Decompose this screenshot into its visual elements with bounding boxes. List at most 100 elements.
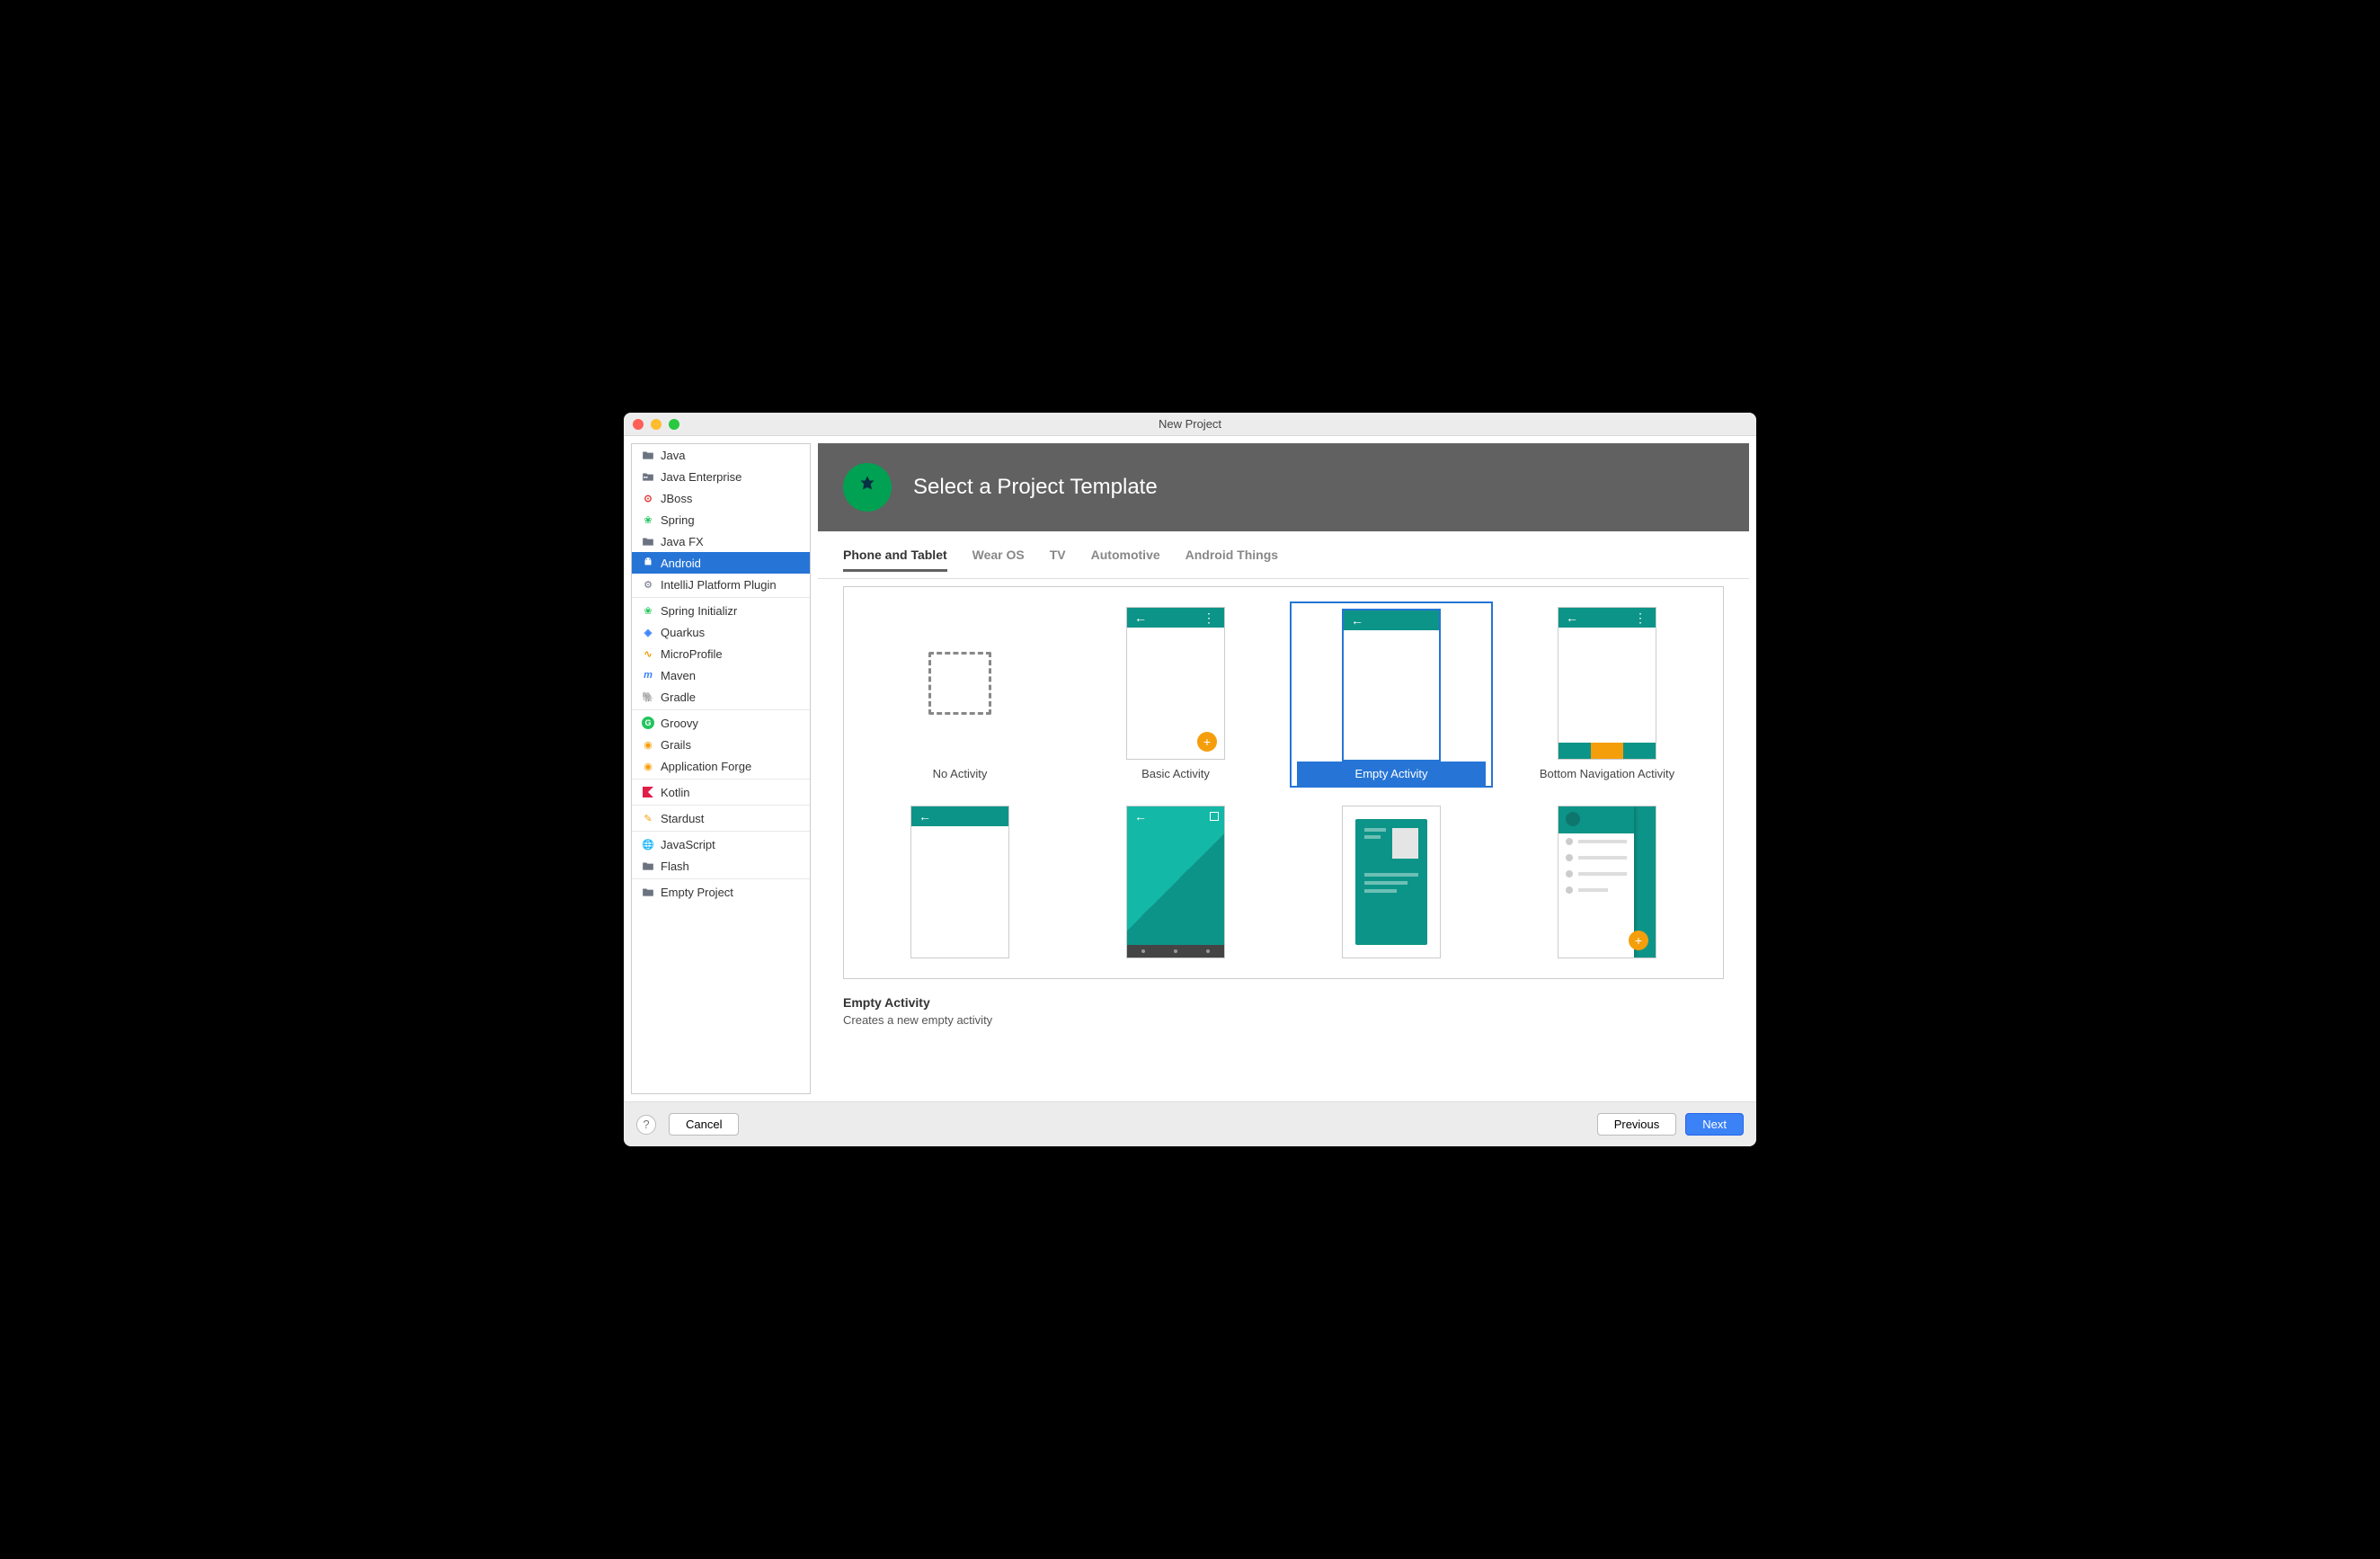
zoom-icon[interactable] [669,419,679,430]
maven-icon: m [641,668,655,682]
template-bottom-navigation-activity[interactable]: ←⋮Bottom Navigation Activity [1504,600,1710,789]
sidebar-divider [632,878,810,879]
sidebar-item-label: IntelliJ Platform Plugin [661,578,777,592]
description-text: Creates a new empty activity [843,1013,1724,1027]
template-grid: No Activity←⋮+Basic Activity←Empty Activ… [857,600,1710,966]
template-header: Select a Project Template [818,443,1749,531]
sidebar-item-label: Kotlin [661,786,690,799]
nav-bar-icon [1127,945,1224,958]
close-icon[interactable] [633,419,644,430]
sidebar-item-label: MicroProfile [661,647,723,661]
flash-icon [641,859,655,873]
nav-drawer-icon [1559,806,1634,958]
sidebar-item-label: Spring Initializr [661,604,737,618]
template-grid-container: No Activity←⋮+Basic Activity←Empty Activ… [843,586,1724,979]
template-label: No Activity [933,767,988,780]
template-description: Empty Activity Creates a new empty activ… [818,990,1749,1030]
traffic-lights [633,419,679,430]
sidebar-item-jboss[interactable]: ⊙ JBoss [632,487,810,509]
sidebar-item-gradle[interactable]: 🐘Gradle [632,686,810,708]
back-arrow-icon: ← [1566,610,1578,625]
more-icon: ⋮ [1634,610,1648,626]
android-icon [641,556,655,570]
sidebar-item-microprofile[interactable]: ∿ MicroProfile [632,643,810,664]
main-panel: Select a Project Template Phone and Tabl… [818,443,1749,1094]
tab-wear-os[interactable]: Wear OS [972,548,1025,571]
dialog-body: Java Java Enterprise ⊙ JBoss ❀ Spring Java FX A… [624,436,1756,1101]
previous-button[interactable]: Previous [1597,1113,1677,1136]
folder-icon [641,448,655,462]
leaf-init-icon: ❀ [641,603,655,618]
leaf-icon: ❀ [641,512,655,527]
folder-icon [641,885,655,899]
js-icon: 🌐 [641,837,655,851]
microprofile-icon: ∿ [641,646,655,661]
dashed-placeholder-icon [928,652,991,715]
sidebar-item-android[interactable]: Android [632,552,810,574]
groovy-icon: G [641,716,655,730]
template-category-tabs: Phone and Tablet Wear OS TV Automotive Andro… [818,531,1749,579]
sidebar-item-label: JBoss [661,492,692,505]
tab-tv[interactable]: TV [1050,548,1066,571]
stardust-icon: ✎ [641,811,655,825]
sidebar-item-label: Quarkus [661,626,705,639]
sidebar-item-spring[interactable]: ❀ Spring [632,509,810,530]
titlebar: New Project [624,413,1756,436]
cancel-button[interactable]: Cancel [669,1113,739,1136]
sidebar-item-label: Application Forge [661,760,751,773]
sidebar-item-spring-initializr[interactable]: ❀ Spring Initializr [632,600,810,621]
sidebar-item-label: Java FX [661,535,704,548]
sidebar-item-groovy[interactable]: GGroovy [632,712,810,734]
sidebar-item-empty-project[interactable]: Empty Project [632,881,810,903]
sidebar-item-label: Gradle [661,690,696,704]
sidebar-item-label: Grails [661,738,691,752]
template-card[interactable] [1288,798,1495,966]
sidebar-item-label: Maven [661,669,696,682]
tab-automotive[interactable]: Automotive [1091,548,1160,571]
sidebar-item-kotlin[interactable]: Kotlin [632,781,810,803]
template-empty-activity[interactable]: ← Empty Activity [1288,600,1495,789]
template-fullscreen[interactable]: ← [1072,798,1279,966]
sidebar-divider [632,779,810,780]
description-title: Empty Activity [843,995,1724,1010]
tab-phone-and-tablet[interactable]: Phone and Tablet [843,548,947,572]
sidebar-item-grails[interactable]: ◉Grails [632,734,810,755]
sidebar-divider [632,597,810,598]
back-arrow-icon: ← [1351,613,1363,628]
sidebar-item-stardust[interactable]: ✎ Stardust [632,807,810,829]
sidebar-divider [632,709,810,710]
sidebar-item-label: JavaScript [661,838,715,851]
sidebar-item-label: Android [661,557,701,570]
template-label: Basic Activity [1141,767,1210,780]
sidebar-item-flash[interactable]: Flash [632,855,810,877]
next-button[interactable]: Next [1685,1113,1744,1136]
sidebar-item-application-forge[interactable]: ◉Application Forge [632,755,810,777]
template-no-activity[interactable]: No Activity [857,600,1063,789]
sidebar-item-intellij-platform-plugin[interactable]: ⚙IntelliJ Platform Plugin [632,574,810,595]
sidebar-item-javascript[interactable]: 🌐 JavaScript [632,833,810,855]
sidebar-item-quarkus[interactable]: ◈ Quarkus [632,621,810,643]
minimize-icon[interactable] [651,419,662,430]
sidebar-item-java-enterprise[interactable]: Java Enterprise [632,466,810,487]
tab-android-things[interactable]: Android Things [1186,548,1278,571]
more-icon: ⋮ [1203,610,1217,626]
fab-icon: + [1629,931,1648,950]
sidebar-divider [632,805,810,806]
sidebar-item-label: Flash [661,860,689,873]
template-label: Empty Activity [1297,762,1486,786]
sidebar-item-java[interactable]: Java [632,444,810,466]
sidebar-item-label: Stardust [661,812,704,825]
help-button[interactable]: ? [636,1115,656,1135]
android-studio-icon [843,463,892,512]
template-emptybar[interactable]: ← [857,798,1063,966]
jboss-icon: ⊙ [641,491,655,505]
back-arrow-icon: ← [1134,809,1147,824]
template-drawer[interactable]: + [1504,798,1710,966]
template-basic-activity[interactable]: ←⋮+Basic Activity [1072,600,1279,789]
sidebar-item-java-fx[interactable]: Java FX [632,530,810,552]
sidebar-item-label: Empty Project [661,886,733,899]
quarkus-icon: ◈ [641,625,655,639]
sidebar-item-label: Spring [661,513,695,527]
sidebar-item-label: Java Enterprise [661,470,742,484]
sidebar-item-maven[interactable]: m Maven [632,664,810,686]
